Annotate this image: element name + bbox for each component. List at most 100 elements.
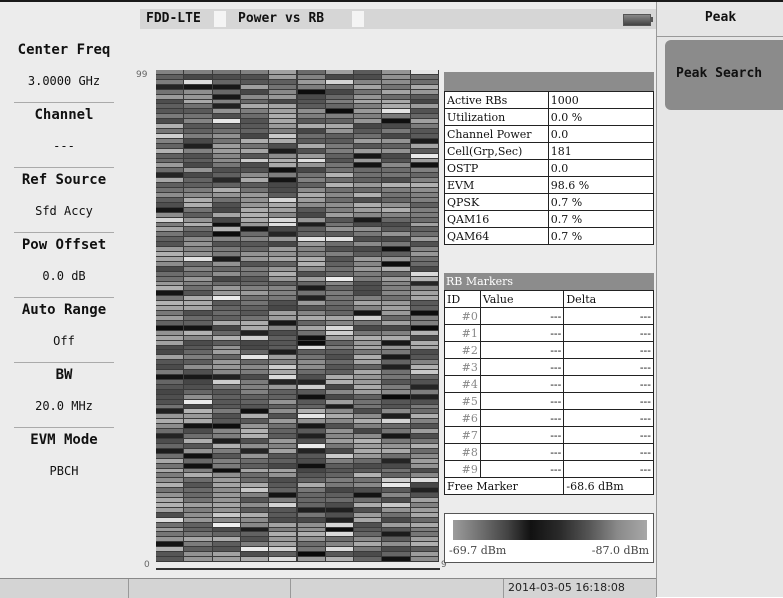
heatmap-cell [297,478,325,483]
heatmap-cell [410,345,438,350]
heatmap-cell [410,84,438,89]
heatmap-cell [212,330,240,335]
heatmap-cell [184,532,212,537]
heatmap-cell [269,389,297,394]
heatmap-cell [354,493,382,498]
param-bw[interactable]: BW 20.0 MHz [0,363,128,428]
marker-row[interactable]: #9 --- --- [444,460,654,478]
heatmap-cell [240,84,269,89]
heatmap-cell [382,74,410,79]
heatmap-cell [269,109,297,114]
heatmap-cell [184,345,212,350]
heatmap-cell [382,345,410,350]
param-value: Sfd Accy [35,204,93,218]
heatmap-cell [156,512,184,517]
heatmap-cell [325,217,354,222]
marker-row[interactable]: #7 --- --- [444,426,654,444]
heatmap-cell [410,242,438,247]
heatmap-cell [354,133,382,138]
param-value: Off [53,334,75,348]
heatmap-cell [156,168,184,173]
column-header: Value [479,290,565,308]
param-ref-source[interactable]: Ref Source Sfd Accy [0,168,128,233]
marker-row[interactable]: #1 --- --- [444,324,654,342]
param-pow-offset[interactable]: Pow Offset 0.0 dB [0,233,128,298]
heatmap-cell [184,429,212,434]
heatmap-cell [297,311,325,315]
heatmap-cell [269,557,297,561]
heatmap-cell [156,517,184,522]
free-marker-row[interactable]: Free Marker -68.6 dBm [443,477,654,495]
heatmap-cell [212,552,240,557]
heatmap-cell [156,119,184,124]
heatmap-cell [269,335,297,340]
heatmap-cell [354,360,382,365]
heatmap-cell [269,375,297,379]
column-header: Delta [563,290,654,308]
param-center-freq[interactable]: Center Freq 3.0000 GHz [0,38,128,103]
heatmap-cell [212,340,240,345]
marker-row[interactable]: #4 --- --- [444,375,654,393]
heatmap-cell [382,493,410,498]
heatmap-cell [156,493,184,498]
marker-row[interactable]: #0 --- --- [444,307,654,325]
heatmap-cell [382,552,410,557]
param-channel[interactable]: Channel --- [0,103,128,168]
heatmap-cell [212,291,240,296]
marker-row[interactable]: #5 --- --- [444,392,654,410]
param-evm-mode[interactable]: EVM Mode PBCH [0,428,128,493]
heatmap-cell [382,109,410,114]
heatmap-cell [325,119,354,124]
heatmap-cell [269,99,297,104]
heatmap-cell [325,532,354,537]
heatmap-cell [212,222,240,227]
heatmap-cell [325,143,354,148]
heatmap-cell [212,463,240,468]
heatmap-cell [297,237,325,242]
marker-row[interactable]: #6 --- --- [444,409,654,427]
heatmap-cell [269,74,297,79]
heatmap-cell [156,547,184,552]
heatmap-cell [297,473,325,478]
marker-row[interactable]: #8 --- --- [444,443,654,461]
heatmap-cell [325,345,354,350]
heatmap-cell [354,306,382,311]
heatmap-cell [184,207,212,212]
datetime-display: 2014-03-05 16:18:08 [508,581,625,594]
heatmap-cell [240,129,269,133]
marker-row[interactable]: #2 --- --- [444,341,654,359]
heatmap-cell [156,522,184,527]
heatmap-cell [240,247,269,252]
heatmap-cell [297,370,325,375]
heatmap-cell [240,109,269,114]
heatmap-cell [354,325,382,330]
heatmap-cell [184,291,212,296]
param-auto-range[interactable]: Auto Range Off [0,298,128,363]
heatmap-cell [382,488,410,493]
heatmap-cell [269,439,297,443]
heatmap-cell [184,163,212,168]
measurement-label[interactable]: Power vs RB [238,9,324,29]
heatmap-cell [382,384,410,389]
heatmap-cell [297,375,325,379]
heatmap-cell [354,256,382,261]
heatmap-cell [297,143,325,148]
marker-row[interactable]: #3 --- --- [444,358,654,376]
heatmap-cell [325,527,354,532]
heatmap-cell [382,281,410,286]
rb-heatmap[interactable] [156,70,439,562]
heatmap-cell [297,99,325,104]
peak-search-button[interactable]: Peak Search [665,40,783,110]
mode-label[interactable]: FDD-LTE [146,9,201,29]
heatmap-cell [354,89,382,94]
heatmap-cell [156,291,184,296]
heatmap-cell [269,153,297,158]
heatmap-cell [156,340,184,345]
heatmap-cell [410,522,438,527]
heatmap-cell [184,453,212,458]
heatmap-cell [156,188,184,192]
heatmap-cell [156,281,184,286]
heatmap-cell [184,183,212,188]
heatmap-cell [297,158,325,163]
heatmap-cell [382,301,410,306]
